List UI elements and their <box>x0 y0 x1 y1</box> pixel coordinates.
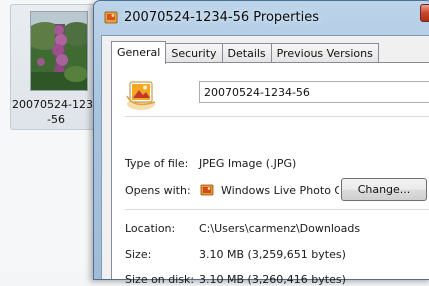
file-name-caption: 20070524-1234-56 <box>12 98 100 126</box>
photo-file-icon <box>104 10 119 28</box>
size-label: Size: <box>125 248 152 261</box>
change-button[interactable]: Change... <box>341 178 427 201</box>
general-tab-panel: Type of file: JPEG Image (.JPG) Opens wi… <box>111 62 429 286</box>
type-of-file-label: Type of file: <box>125 157 189 170</box>
opens-with-label: Opens with: <box>125 184 191 197</box>
opens-with-value: Windows Live Photo Gallery <box>221 184 339 197</box>
file-thumbnail-tile[interactable]: 20070524-1234-56 <box>10 4 100 130</box>
tab-general[interactable]: General <box>111 41 167 64</box>
tab-strip: General Security Details Previous Versions <box>111 41 379 64</box>
jpeg-file-icon <box>124 78 158 115</box>
location-value: C:\Users\carmenz\Downloads <box>199 222 361 235</box>
tab-details[interactable]: Details <box>221 43 272 63</box>
divider <box>125 209 429 210</box>
size-on-disk-value: 3.10 MB (3,260,416 bytes) <box>199 273 346 286</box>
window-title: 20070524-1234-56 Properties <box>124 10 320 25</box>
size-on-disk-label: Size on disk: <box>125 273 195 286</box>
close-icon[interactable] <box>420 4 429 22</box>
size-value: 3.10 MB (3,259,651 bytes) <box>199 248 346 261</box>
title-bar[interactable]: 20070524-1234-56 Properties <box>94 1 429 35</box>
tab-security[interactable]: Security <box>165 43 223 63</box>
photo-gallery-icon <box>199 182 215 201</box>
tab-previous-versions[interactable]: Previous Versions <box>270 43 379 63</box>
photo-thumbnail <box>30 11 88 91</box>
location-label: Location: <box>125 222 176 235</box>
dialog-body: General Security Details Previous Versions … <box>101 35 429 286</box>
type-of-file-value: JPEG Image (.JPG) <box>199 157 297 170</box>
properties-dialog: 20070524-1234-56 Properties General Secur… <box>93 0 429 286</box>
file-name-input[interactable] <box>199 81 429 103</box>
divider <box>125 116 429 117</box>
